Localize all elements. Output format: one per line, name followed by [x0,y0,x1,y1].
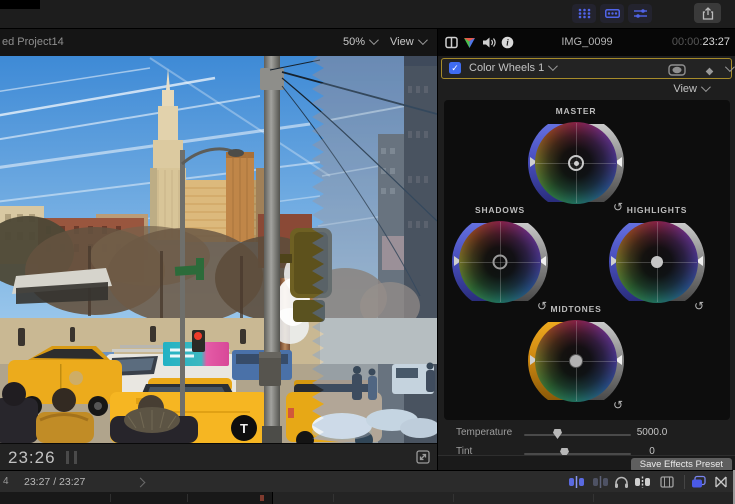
save-preset-band: Save Effects Preset [438,455,735,471]
effect-row-color-wheels[interactable]: ✓ Color Wheels 1 [441,58,732,79]
chevron-down-icon [418,35,428,45]
effect-name-dropdown[interactable]: Color Wheels 1 [469,62,555,74]
inspector-toggle-button[interactable] [628,4,652,23]
effect-enable-checkbox[interactable]: ✓ [449,62,461,74]
temperature-slider-thumb[interactable] [553,429,562,439]
viewer-timecode: 23:26 [8,448,56,468]
reset-icon[interactable]: ↺ [694,299,704,313]
project-name: ed Project14 [2,36,64,48]
clip-marker [260,495,264,501]
share-button[interactable] [694,3,721,23]
timeline-toolbar: 4 23:27 / 23:27 [0,470,735,493]
clip-timecode: 00:00:23:27 [672,36,730,48]
keyframe-diamond-icon[interactable] [704,64,715,82]
shadows-color-wheel[interactable]: ↺ [452,214,548,310]
temperature-slider-track[interactable] [524,434,631,436]
mask-icon[interactable] [668,63,686,81]
inspector-header: i IMG_0099 00:00:23:27 [437,29,735,57]
chevron-down-icon[interactable] [725,62,735,72]
viewer-canvas[interactable]: T [0,56,437,443]
inspector-sliders-icon [634,8,647,19]
reset-icon[interactable]: ↺ [613,398,623,412]
chevron-right-icon[interactable] [136,478,146,488]
wheel-puck[interactable] [493,255,508,270]
timeline-strip[interactable] [0,492,735,504]
toolbar-divider [684,475,685,489]
highlights-color-wheel[interactable]: ↺ [609,214,705,310]
fullscreen-icon[interactable] [416,450,430,469]
master-color-wheel[interactable]: ↺ [528,115,624,211]
wheel-puck[interactable] [570,355,582,367]
viewer-title-bar: ed Project14 50% View [0,29,437,57]
track-number: 4 [3,476,9,487]
viewer-view-menu[interactable]: View [390,36,425,48]
grid-icon [578,8,591,19]
share-icon [702,7,714,20]
window-edge [0,0,40,9]
timeline-position: 23:27 / 23:27 [24,476,85,488]
temperature-value[interactable]: 5000.0 [630,427,674,438]
chevron-down-icon [701,82,711,92]
wheel-puck[interactable] [568,155,584,171]
timeline-strip-right[interactable] [272,492,735,504]
wheels-view-menu[interactable]: View [673,83,708,95]
chevron-down-icon [369,35,379,45]
pause-bar-icon [66,451,69,464]
pause-bar-icon [74,451,77,464]
temperature-label: Temperature [456,427,512,438]
viewer-footer-bar: 23:26 [0,443,437,471]
browser-toggle-button[interactable] [572,4,596,23]
fcp-window: ed Project14 50% View i IMG_0099 00:00:2… [0,0,735,504]
inspector-panel: ✓ Color Wheels 1 View MASTER [437,56,735,470]
timeline-toggle-button[interactable] [600,4,624,23]
wheel-puck[interactable] [651,256,663,268]
midtones-color-wheel[interactable]: ↺ [528,313,624,409]
chevron-down-icon [548,61,558,71]
filmstrip-icon [605,8,620,19]
color-wheels-group: MASTER ↺ SHADOWS ↺ [444,100,730,420]
temperature-row: Temperature 5000.0 [438,425,730,441]
viewer-zoom-menu[interactable]: 50% [343,36,376,48]
top-toolbar [0,0,735,29]
wheels-view-row: View [438,82,730,98]
viewer-image: T [0,56,437,443]
